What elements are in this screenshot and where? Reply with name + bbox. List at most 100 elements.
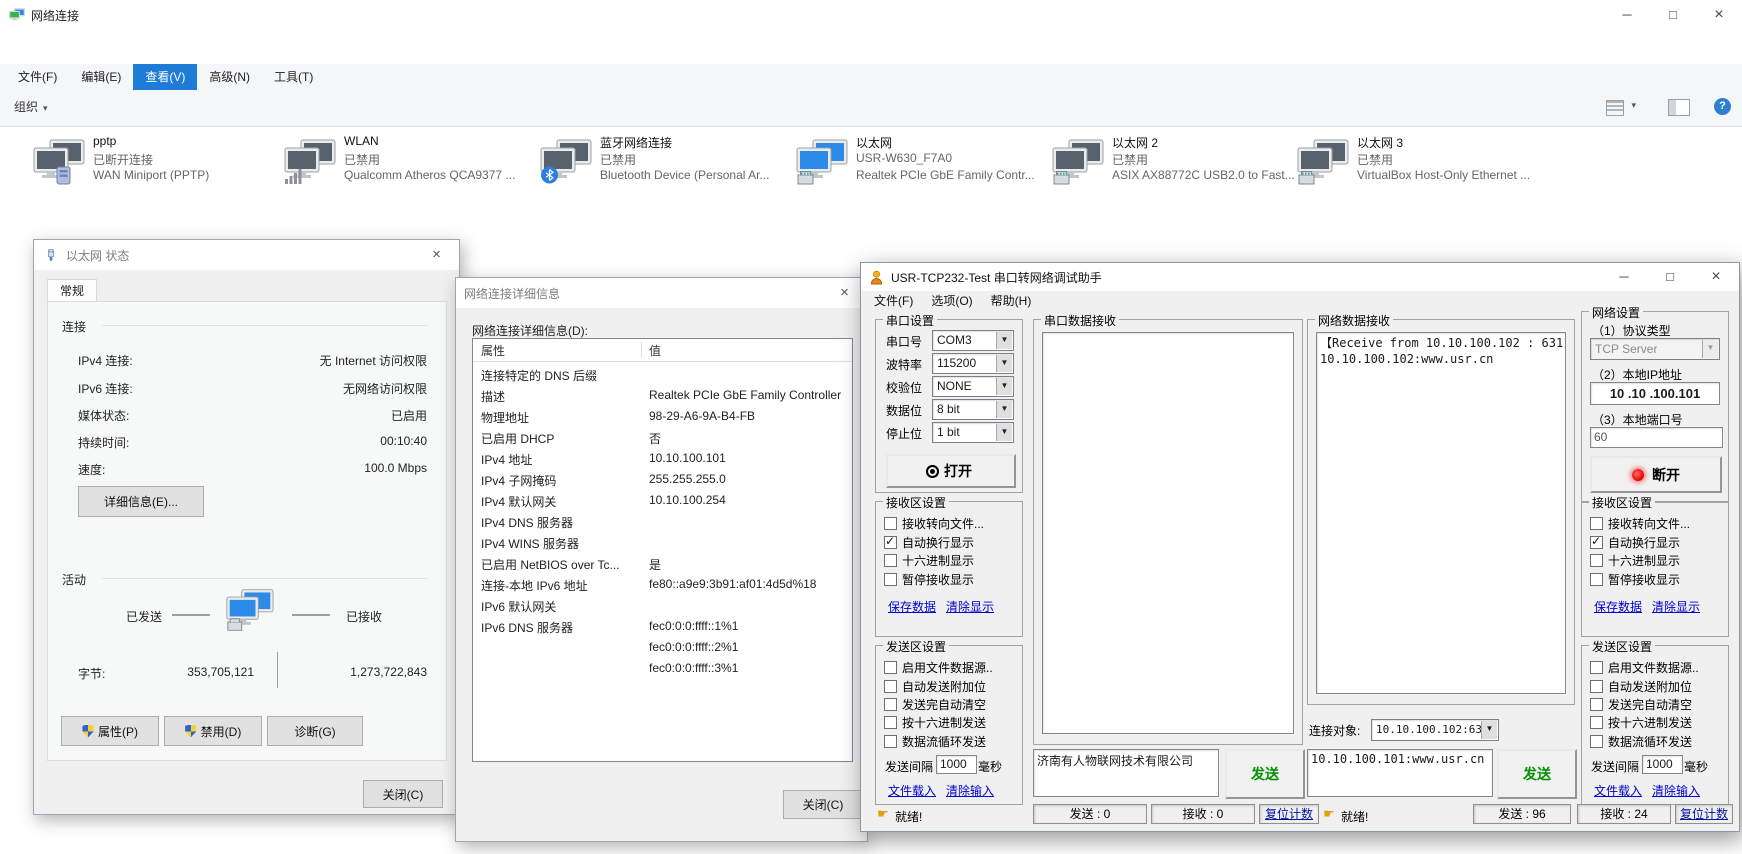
save-data-link[interactable]: 保存数据 (1594, 598, 1642, 615)
checkbox-recv-to-file[interactable]: 接收转向文件... (884, 516, 984, 530)
checkbox-send-hex[interactable]: 按十六进制发送 (884, 715, 986, 729)
open-serial-button[interactable]: 打开 (886, 454, 1016, 488)
adapter-tile-ethernet2[interactable]: 以太网 2 已禁用 ASIX AX88772C USB2.0 to Fast..… (1052, 133, 1300, 199)
adapter-tile-bluetooth[interactable]: 蓝牙网络连接 已禁用 Bluetooth Device (Personal Ar… (540, 133, 788, 199)
checkbox-pause-recv[interactable]: 暂停接收显示 (1590, 572, 1680, 586)
clear-input-link[interactable]: 清除输入 (1652, 782, 1700, 799)
checkbox[interactable] (1590, 661, 1603, 674)
net-send-button[interactable]: 发送 (1497, 749, 1577, 799)
menu-edit[interactable]: 编辑(E) (69, 64, 133, 90)
load-file-link[interactable]: 文件载入 (1594, 782, 1642, 799)
adapter-tile-wlan[interactable]: WLAN 已禁用 Qualcomm Atheros QCA9377 ... (284, 133, 532, 199)
clear-input-link[interactable]: 清除输入 (946, 782, 994, 799)
clear-display-link[interactable]: 清除显示 (1652, 598, 1700, 615)
properties-button[interactable]: 属性(P) (61, 716, 159, 746)
checkbox-recv-to-file[interactable]: 接收转向文件... (1590, 516, 1690, 530)
checkbox[interactable] (1590, 554, 1603, 567)
checkbox[interactable] (884, 536, 897, 549)
connect-target-select[interactable]: 10.10.100.102:6311 (1371, 719, 1499, 741)
checkbox[interactable] (1590, 573, 1603, 586)
checkbox-hex-display[interactable]: 十六进制显示 (884, 553, 974, 567)
adapter-tile-ethernet3[interactable]: 以太网 3 已禁用 VirtualBox Host-Only Ethernet … (1297, 133, 1545, 199)
interval-input[interactable]: 1000 (1642, 755, 1683, 774)
serial-send-button[interactable]: 发送 (1225, 749, 1305, 799)
close-icon[interactable] (414, 240, 459, 270)
menu-tools[interactable]: 工具(T) (262, 64, 325, 90)
interval-input[interactable]: 1000 (936, 755, 977, 774)
checkbox-auto-wrap[interactable]: 自动换行显示 (884, 535, 974, 549)
checkbox-auto-append[interactable]: 自动发送附加位 (884, 679, 986, 693)
checkbox-file-source[interactable]: 启用文件数据源.. (884, 660, 993, 674)
adapter-tile-ethernet[interactable]: 以太网 USR-W630_F7A0 Realtek PCIe GbE Famil… (796, 133, 1044, 199)
parity-select[interactable]: NONE (932, 376, 1014, 397)
checkbox-pause-recv[interactable]: 暂停接收显示 (884, 572, 974, 586)
checkbox[interactable] (1590, 698, 1603, 711)
diagnose-button[interactable]: 诊断(G) (267, 716, 363, 746)
checkbox[interactable] (884, 716, 897, 729)
combo-arrow-icon[interactable] (996, 332, 1012, 349)
menu-view[interactable]: 查看(V) (133, 64, 197, 90)
checkbox[interactable] (1590, 716, 1603, 729)
data-bits-select[interactable]: 8 bit (932, 399, 1014, 420)
checkbox-send-hex[interactable]: 按十六进制发送 (1590, 715, 1692, 729)
checkbox[interactable] (884, 554, 897, 567)
close-button[interactable] (1693, 263, 1739, 291)
combo-arrow-icon[interactable] (996, 378, 1012, 395)
combo-arrow-icon[interactable] (996, 424, 1012, 441)
clear-display-link[interactable]: 清除显示 (946, 598, 994, 615)
checkbox[interactable] (884, 573, 897, 586)
menu-file[interactable]: 文件(F) (6, 64, 69, 90)
net-send-input[interactable]: 10.10.100.101:www.usr.cn (1307, 749, 1493, 797)
close-dialog-button[interactable]: 关闭(C) (783, 790, 863, 819)
help-icon[interactable] (1714, 98, 1731, 115)
checkbox[interactable] (884, 661, 897, 674)
menu-file[interactable]: 文件(F) (865, 291, 922, 312)
combo-arrow-icon[interactable] (1481, 721, 1497, 739)
serial-port-select[interactable]: COM3 (932, 330, 1014, 351)
checkbox[interactable] (1590, 517, 1603, 530)
details-button[interactable]: 详细信息(E)... (78, 486, 204, 517)
serial-reset-count-link[interactable]: 复位计数 (1259, 804, 1319, 824)
checkbox-auto-wrap[interactable]: 自动换行显示 (1590, 535, 1680, 549)
local-port-input[interactable]: 60 (1590, 427, 1723, 448)
save-data-link[interactable]: 保存数据 (888, 598, 936, 615)
change-view-button[interactable] (1606, 99, 1636, 117)
maximize-button[interactable] (1647, 263, 1693, 291)
preview-pane-button[interactable] (1668, 99, 1690, 116)
disable-button[interactable]: 禁用(D) (164, 716, 262, 746)
checkbox[interactable] (884, 698, 897, 711)
checkbox-clear-after-send[interactable]: 发送完自动清空 (884, 697, 986, 711)
adapter-tile-pptp[interactable]: pptp 已断开连接 WAN Miniport (PPTP) (33, 133, 281, 199)
menu-options[interactable]: 选项(O) (922, 291, 981, 312)
checkbox-hex-display[interactable]: 十六进制显示 (1590, 553, 1680, 567)
tab-general[interactable]: 常规 (47, 279, 97, 303)
checkbox-clear-after-send[interactable]: 发送完自动清空 (1590, 697, 1692, 711)
local-ip-input[interactable]: 10 .10 .100.101 (1590, 382, 1720, 405)
checkbox[interactable] (1590, 680, 1603, 693)
combo-arrow-icon[interactable] (996, 401, 1012, 418)
checkbox-loop-send[interactable]: 数据流循环发送 (1590, 734, 1692, 748)
checkbox-auto-append[interactable]: 自动发送附加位 (1590, 679, 1692, 693)
maximize-button[interactable] (1650, 0, 1696, 30)
baud-rate-select[interactable]: 115200 (932, 353, 1014, 374)
minimize-button[interactable] (1604, 0, 1650, 30)
stop-bits-select[interactable]: 1 bit (932, 422, 1014, 443)
disconnect-button[interactable]: 断开 (1590, 456, 1722, 493)
net-recv-textarea[interactable]: 【Receive from 10.10.100.102 : 63113】: 10… (1316, 332, 1566, 694)
checkbox[interactable] (1590, 735, 1603, 748)
menu-advanced[interactable]: 高级(N) (197, 64, 262, 90)
checkbox[interactable] (1590, 536, 1603, 549)
net-reset-count-link[interactable]: 复位计数 (1675, 804, 1733, 824)
combo-arrow-icon[interactable] (996, 355, 1012, 372)
checkbox-loop-send[interactable]: 数据流循环发送 (884, 734, 986, 748)
serial-recv-textarea[interactable] (1042, 332, 1294, 734)
organize-button[interactable]: 组织 (14, 98, 48, 115)
checkbox[interactable] (884, 735, 897, 748)
checkbox[interactable] (884, 517, 897, 530)
checkbox[interactable] (884, 680, 897, 693)
menu-help[interactable]: 帮助(H) (982, 291, 1041, 312)
checkbox-file-source[interactable]: 启用文件数据源.. (1590, 660, 1699, 674)
close-dialog-button[interactable]: 关闭(C) (363, 780, 443, 808)
minimize-button[interactable] (1601, 263, 1647, 291)
details-list[interactable]: 属性 值 连接特定的 DNS 后缀 描述Realtek PCIe GbE Fam… (472, 338, 853, 762)
